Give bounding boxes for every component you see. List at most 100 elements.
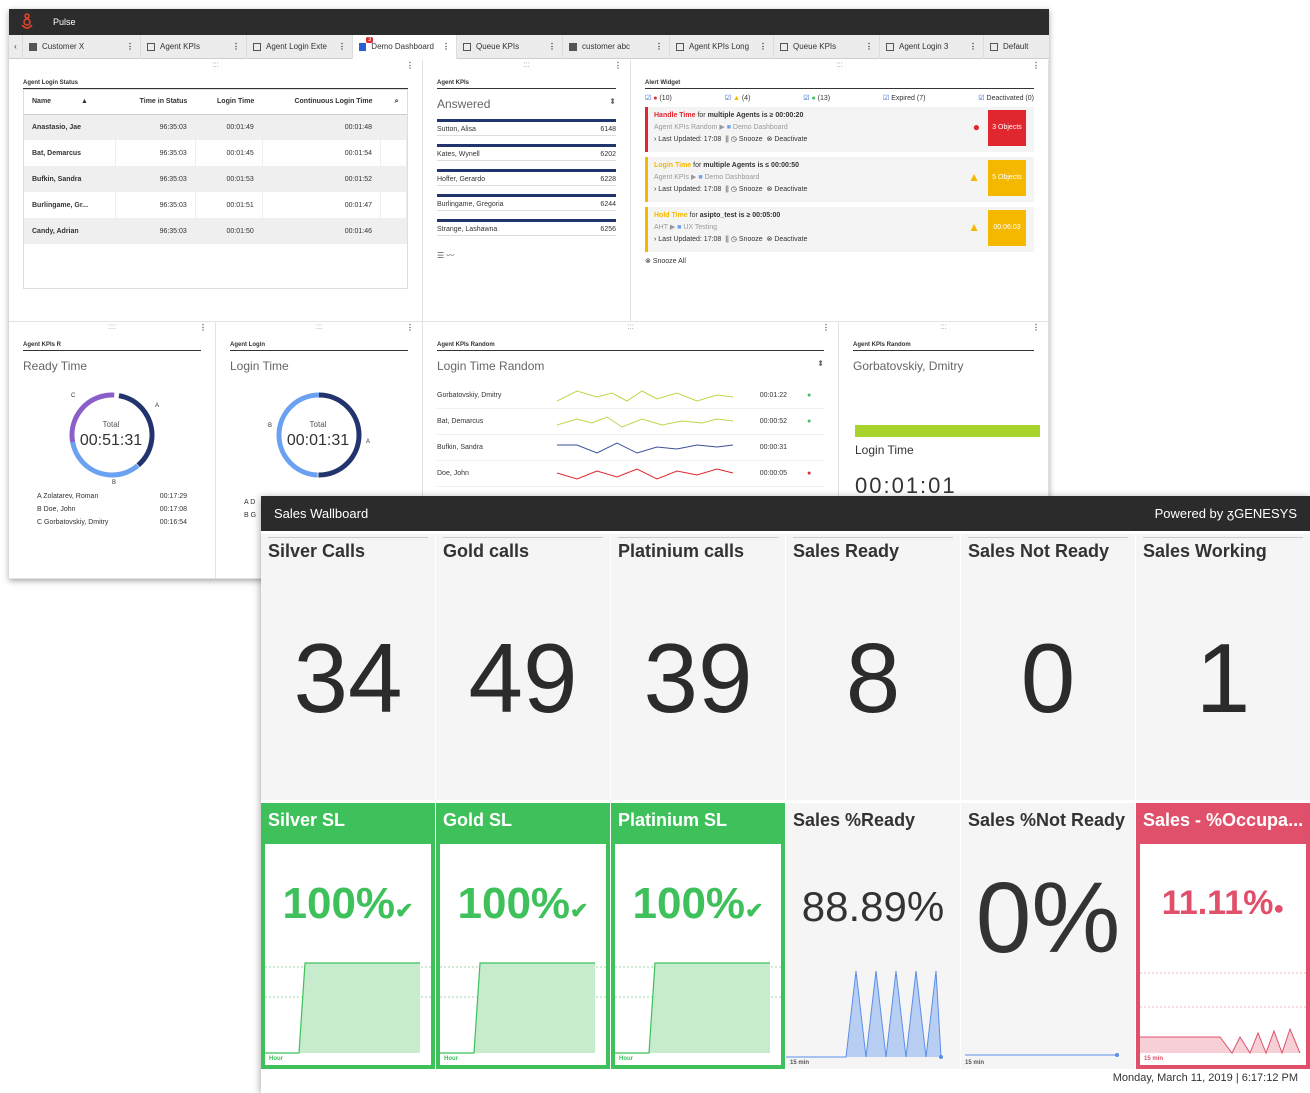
kpi-tile[interactable]: Platinium calls 39 xyxy=(611,534,785,800)
tile-value: 100%✔ xyxy=(615,879,781,929)
tab-menu-icon[interactable]: ⋮ xyxy=(224,42,240,51)
brand-name: GENESYS xyxy=(1234,506,1297,521)
alert-item[interactable]: Handle Time for multiple Agents is ≥ 00:… xyxy=(645,107,1034,152)
tab-label: Customer X xyxy=(42,42,85,51)
col-time-in-status[interactable]: Time in Status xyxy=(115,90,196,115)
filter-expired[interactable]: ☑ Expired (7) xyxy=(883,94,925,102)
drag-handle[interactable]: ::: ⋮ xyxy=(839,322,1048,336)
alert-objects-box[interactable]: 5 Objects xyxy=(988,160,1026,196)
col-continuous-login[interactable]: Continuous Login Time xyxy=(262,90,381,115)
table-row[interactable]: Anastasio, Jae 96:35:03 00:01:49 00:01:48 xyxy=(24,114,407,140)
tab-customer-abc[interactable]: customer abc ⋮ xyxy=(563,34,670,59)
tab-menu-icon[interactable]: ⋮ xyxy=(647,42,663,51)
tab-queue-kpis[interactable]: Queue KPIs ⋮ xyxy=(457,34,563,59)
view-toggle-icons[interactable]: ☰ 〰 xyxy=(437,250,616,261)
snooze-button[interactable]: ◷ Snooze xyxy=(731,186,763,193)
deactivate-button[interactable]: ⊗ Deactivate xyxy=(767,186,808,193)
table-row[interactable]: Burlingame, Gr... 96:35:03 00:01:51 00:01:4… xyxy=(24,192,407,218)
table-cell: 96:35:03 xyxy=(115,140,196,166)
table-row[interactable]: Candy, Adrian 96:35:03 00:01:50 00:01:46 xyxy=(24,218,407,244)
kpi-tile[interactable]: Sales %Not Ready 0% 15 min xyxy=(961,803,1135,1069)
widget-menu-icon[interactable]: ⋮ xyxy=(406,323,414,332)
tab-agent-login-3[interactable]: Agent Login 3 ⋮ xyxy=(880,34,984,59)
alert-item[interactable]: Hold Time for asipto_test is ≥ 00:05:00 A… xyxy=(645,207,1034,252)
tab-default[interactable]: Default xyxy=(984,35,1044,59)
tab-menu-icon[interactable]: ⋮ xyxy=(330,42,346,51)
kpi-tile[interactable]: Sales Working 1 xyxy=(1136,534,1310,800)
tile-title: Sales %Not Ready xyxy=(968,810,1126,830)
genesys-logo-icon xyxy=(21,13,33,29)
kpi-item[interactable]: Burlingame, Gregoria 6244 xyxy=(437,194,616,211)
filter-ok[interactable]: ☑ ● (13) xyxy=(803,94,830,102)
widget-menu-icon[interactable]: ⋮ xyxy=(406,61,414,70)
sparkline xyxy=(557,467,734,480)
snooze-all-label: Snooze All xyxy=(652,258,686,265)
deactivate-button[interactable]: ⊗ Deactivate xyxy=(767,136,808,143)
tab-menu-icon[interactable]: ⋮ xyxy=(118,42,134,51)
sparkline-row[interactable]: Bufkin, Sandra 00:00:31 xyxy=(437,435,824,461)
kpi-tile[interactable]: Silver SL 100%✔ Hour xyxy=(261,803,435,1069)
tab-queue-kpis-2[interactable]: Queue KPIs ⋮ xyxy=(774,34,880,59)
kpi-item[interactable]: Kates, Wynell 6202 xyxy=(437,144,616,161)
tab-agent-kpis[interactable]: Agent KPIs ⋮ xyxy=(141,34,247,59)
widget-menu-icon[interactable]: ⋮ xyxy=(822,323,830,332)
search-icon[interactable]: ⌕ xyxy=(380,90,407,115)
table-row[interactable]: Bat, Demarcus 96:35:03 00:01:45 00:01:54 xyxy=(24,140,407,166)
kpi-tile[interactable]: Gold SL 100%✔ Hour xyxy=(436,803,610,1069)
warning-icon: ▲ xyxy=(968,170,980,184)
kpi-tile[interactable]: Platinium SL 100%✔ Hour xyxy=(611,803,785,1069)
report-icon xyxy=(780,42,788,51)
tab-menu-icon[interactable]: ⋮ xyxy=(751,42,767,51)
sparkline-row[interactable]: Bat, Demarcus 00:00:52 ● xyxy=(437,409,824,435)
kpi-tile[interactable]: Silver Calls 34 xyxy=(261,534,435,800)
kpi-tile[interactable]: Sales Not Ready 0 xyxy=(961,534,1135,800)
widget-menu-icon[interactable]: ⋮ xyxy=(199,323,207,332)
filter-warning[interactable]: ☑ ▲ (4) xyxy=(725,94,751,102)
tab-menu-icon[interactable]: ⋮ xyxy=(540,42,556,51)
kpi-tile[interactable]: Sales - %Occupa... 11.11%● 15 min xyxy=(1136,803,1310,1069)
metric-select[interactable]: Login Time Random ⬍ xyxy=(437,359,824,373)
widget-menu-icon[interactable]: ⋮ xyxy=(614,61,622,70)
widget-menu-icon[interactable]: ⋮ xyxy=(1032,323,1040,332)
filter-critical[interactable]: ☑ ● (10) xyxy=(645,94,672,102)
alert-item[interactable]: Login Time for multiple Agents is ≤ 00:0… xyxy=(645,157,1034,202)
col-name[interactable]: Name ▲ xyxy=(24,90,116,115)
drag-handle[interactable]: ::: ⋮ xyxy=(423,322,838,336)
table-row[interactable]: Bufkin, Sandra 96:35:03 00:01:53 00:01:52 xyxy=(24,166,407,192)
tab-label: Queue KPIs xyxy=(476,42,520,51)
tab-demo-dashboard[interactable]: 3 Demo Dashboard ⋮ xyxy=(353,34,457,59)
sparkline-row[interactable]: Doe, John 00:00:05 ● xyxy=(437,461,824,487)
snooze-button[interactable]: ◷ Snooze xyxy=(731,236,763,243)
deactivate-button[interactable]: ⊗ Deactivate xyxy=(767,236,808,243)
kpi-tile[interactable]: Sales Ready 8 xyxy=(786,534,960,800)
filter-deactivated[interactable]: ☑ Deactivated (0) xyxy=(978,94,1034,102)
snooze-button[interactable]: ◷ Snooze xyxy=(731,136,763,143)
table-cell xyxy=(380,140,407,166)
alert-objects-box[interactable]: 3 Objects xyxy=(988,110,1026,146)
kpi-tile[interactable]: Sales %Ready 88.89% 15 min xyxy=(786,803,960,1069)
donut-total-value: 00:51:31 xyxy=(80,432,142,449)
tab-menu-icon[interactable]: ⋮ xyxy=(961,42,977,51)
snooze-all-button[interactable]: ⊗ Snooze All xyxy=(645,257,1034,265)
tab-menu-icon[interactable]: ⋮ xyxy=(434,42,450,51)
tab-agent-login-ext[interactable]: Agent Login Exte ⋮ xyxy=(247,34,353,59)
col-login-time[interactable]: Login Time xyxy=(195,90,263,115)
drag-handle[interactable]: ::: ⋮ xyxy=(9,60,422,74)
kpi-item[interactable]: Strange, Lashawna 6256 xyxy=(437,219,616,236)
kpi-tile[interactable]: Gold calls 49 xyxy=(436,534,610,800)
tab-menu-icon[interactable]: ⋮ xyxy=(857,42,873,51)
tab-agent-kpis-long[interactable]: Agent KPIs Long ⋮ xyxy=(670,34,774,59)
drag-handle[interactable]: ::: ⋮ xyxy=(631,60,1048,74)
widget-menu-icon[interactable]: ⋮ xyxy=(1032,61,1040,70)
kpi-agent-name: Strange, Lashawna xyxy=(437,226,498,233)
alert-objects-box[interactable]: 00:06:03 xyxy=(988,210,1026,246)
sparkline-row[interactable]: Gorbatovskiy, Dmitry 00:01:22 ● xyxy=(437,383,824,409)
drag-handle[interactable]: ::: ⋮ xyxy=(216,322,422,336)
tab-scroll-left-button[interactable]: ‹ xyxy=(9,34,23,59)
drag-handle[interactable]: ::: ⋮ xyxy=(9,322,215,336)
drag-handle[interactable]: ::: ⋮ xyxy=(423,60,630,74)
kpi-select[interactable]: Answered ⬍ xyxy=(437,97,616,111)
tab-customer-x[interactable]: Customer X ⋮ xyxy=(23,34,141,59)
kpi-item[interactable]: Hoffer, Gerardo 6228 xyxy=(437,169,616,186)
kpi-item[interactable]: Sutton, Alisa 6148 xyxy=(437,119,616,136)
